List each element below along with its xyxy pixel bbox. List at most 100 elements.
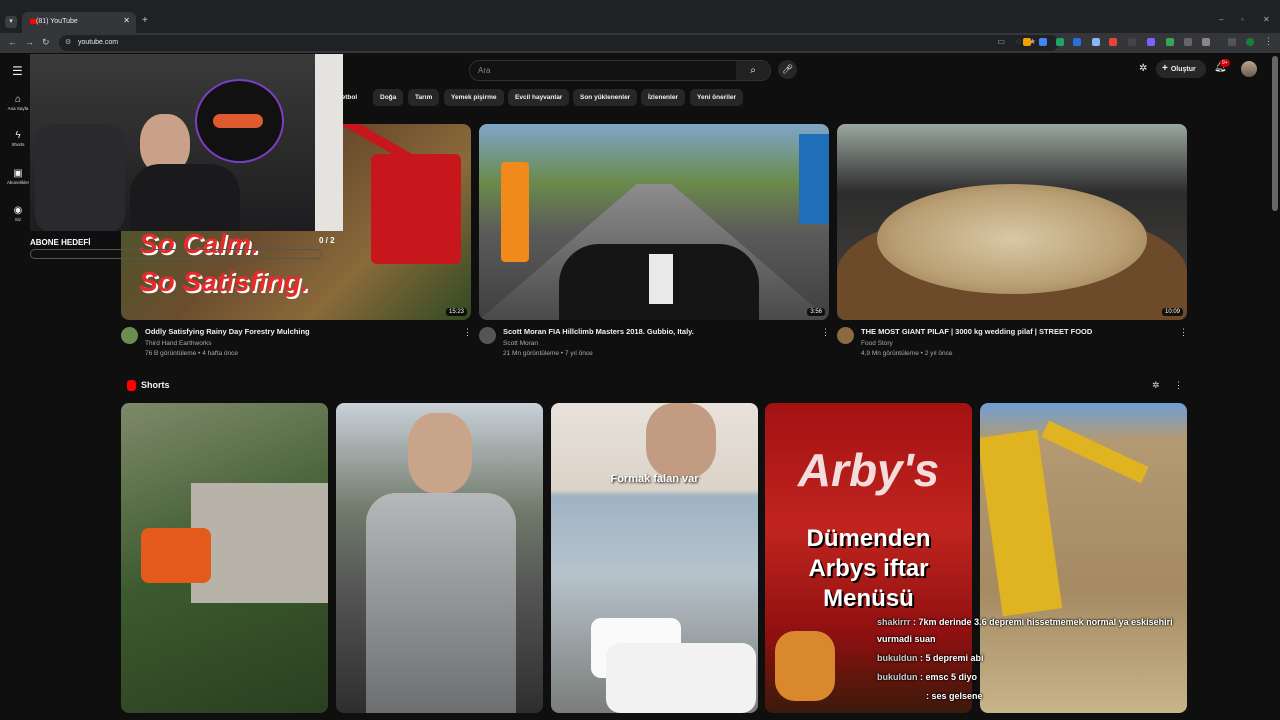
plus-icon: +	[1162, 63, 1168, 74]
channel-name[interactable]: Scott Moran	[503, 340, 538, 347]
sidebar-item-subscriptions[interactable]: ▣ Abonelikler	[4, 168, 32, 185]
extension-icon[interactable]	[1109, 38, 1117, 46]
extension-icon[interactable]	[1128, 38, 1136, 46]
extension-icon[interactable]	[1023, 38, 1031, 46]
extension-icon[interactable]	[1073, 38, 1081, 46]
extensions-puzzle-icon[interactable]	[1202, 38, 1210, 46]
video-thumbnail[interactable]: 3:56	[479, 124, 829, 320]
sidebar-item-shorts[interactable]: ϟ Shorts	[4, 130, 32, 147]
tab-search-button[interactable]: ▾	[5, 16, 17, 28]
extension-icon[interactable]	[1166, 38, 1174, 46]
sidebar-item-you[interactable]: ◉ Siz	[4, 205, 32, 222]
cast-page-icon[interactable]: ▭	[997, 37, 1005, 46]
channel-avatar[interactable]	[837, 327, 854, 344]
channel-name[interactable]: Third Hand Earthworks	[145, 340, 211, 347]
browser-menu-icon[interactable]: ⋮	[1264, 36, 1273, 47]
subscriber-goal-count: 0 / 2	[319, 236, 335, 245]
video-title[interactable]: THE MOST GIANT PILAF | 3000 kg wedding p…	[861, 327, 1092, 336]
notification-badge: 9+	[1220, 59, 1230, 67]
duration-badge: 10:09	[1161, 308, 1183, 316]
sidebar-item-label: Ana Sayfa	[7, 106, 29, 111]
short-logo-text: Arby's	[797, 444, 940, 496]
extension-icon[interactable]	[1092, 38, 1100, 46]
avatar[interactable]	[1241, 61, 1257, 77]
create-post-icon[interactable]: ✲	[1139, 63, 1147, 74]
short-thumbnail[interactable]: Arby's Dümenden Arbys iftar Menüsü	[765, 403, 972, 713]
video-title[interactable]: Oddly Satisfying Rainy Day Forestry Mulc…	[145, 327, 310, 336]
extension-icon[interactable]	[1228, 38, 1236, 46]
restore-icon[interactable]: ▫	[1241, 15, 1244, 24]
sidebar-item-label: Shorts	[11, 142, 25, 147]
short-thumbnail[interactable]: Formak falan var	[551, 403, 758, 713]
chip[interactable]: Son yüklenenler	[573, 89, 638, 106]
chip[interactable]: İzlenenler	[641, 89, 685, 106]
more-options-icon[interactable]: ⋮	[1174, 380, 1183, 391]
short-thumbnail[interactable]	[336, 403, 543, 713]
close-window-icon[interactable]: ✕	[1263, 15, 1270, 24]
video-meta: 21 Mn görüntüleme • 7 yıl önce	[503, 350, 593, 357]
face-shape	[646, 403, 716, 478]
tab-close-icon[interactable]: ✕	[123, 16, 130, 25]
chat-user: bukuldun	[877, 653, 918, 663]
shorts-feedback-icon[interactable]: ✲	[1152, 380, 1160, 391]
extension-icon[interactable]	[1184, 38, 1192, 46]
channel-avatar[interactable]	[121, 327, 138, 344]
page-scrollbar[interactable]	[1272, 56, 1278, 211]
video-thumbnail[interactable]: 10:09	[837, 124, 1187, 320]
menu-icon[interactable]: ☰	[12, 64, 23, 78]
more-options-icon[interactable]: ⋮	[1179, 327, 1188, 338]
short-thumbnail[interactable]	[980, 403, 1187, 713]
face-shape	[408, 413, 472, 493]
chat-message: shakirrr : 7km derinde 3.6 depremi hisse…	[877, 617, 1173, 627]
create-button[interactable]: + Oluştur	[1156, 60, 1206, 78]
chip[interactable]: Yemek pişirme	[444, 89, 504, 106]
sidebar-item-home[interactable]: ⌂ Ana Sayfa	[4, 94, 32, 111]
site-info-icon[interactable]: ⚙	[65, 38, 71, 46]
duration-badge: 15:23	[445, 308, 467, 316]
microphone-icon[interactable]: 🎤︎	[778, 60, 797, 79]
chip[interactable]: Yeni öneriler	[690, 89, 744, 106]
shorts-logo-icon	[127, 380, 136, 391]
notifications-icon[interactable]: 🔔︎ 9+	[1214, 59, 1230, 73]
eye-off-icon[interactable]: ◌	[1016, 37, 1021, 46]
duration-badge: 3:56	[807, 308, 825, 316]
chat-message: vurmadi suan	[877, 634, 936, 644]
video-title[interactable]: Scott Moran FIA Hillclimb Masters 2018. …	[503, 327, 694, 336]
back-icon[interactable]: ←	[8, 37, 17, 47]
excavator-shape	[980, 429, 1063, 617]
chat-user: shakirrr	[877, 617, 911, 627]
address-bar[interactable]: ⚙ youtube.com ▭ ◌ ★	[59, 35, 1059, 51]
more-options-icon[interactable]: ⋮	[463, 327, 472, 338]
reload-icon[interactable]: ↻	[42, 37, 50, 48]
search-bar[interactable]: Ara ⌕	[469, 60, 771, 81]
extension-icon[interactable]	[1056, 38, 1064, 46]
burger-shape	[775, 631, 835, 701]
minimize-icon[interactable]: –	[1219, 15, 1223, 24]
browser-tab-bar	[0, 0, 1280, 33]
extension-icon[interactable]	[1147, 38, 1155, 46]
forward-icon[interactable]: →	[25, 37, 34, 47]
mascot-goggles-shape	[213, 114, 263, 128]
extension-icon[interactable]	[1039, 38, 1047, 46]
profile-icon[interactable]	[1246, 38, 1254, 46]
tab-title: (81) YouTube	[36, 18, 78, 25]
tab-youtube[interactable]: (81) YouTube ✕	[22, 12, 136, 33]
channel-avatar[interactable]	[479, 327, 496, 344]
search-icon[interactable]: ⌕	[736, 61, 770, 80]
marshal-shape	[501, 162, 529, 262]
chip[interactable]: Tarım	[408, 89, 440, 106]
chat-user: bukuldun	[877, 672, 918, 682]
more-options-icon[interactable]: ⋮	[821, 327, 830, 338]
chip[interactable]: Evcil hayvanlar	[508, 89, 570, 106]
streamer-body-shape	[130, 164, 240, 231]
search-input[interactable]: Ara	[478, 66, 490, 75]
excavator-shape	[371, 154, 461, 264]
short-thumbnail[interactable]	[121, 403, 328, 713]
you-icon: ◉	[13, 205, 23, 216]
race-car-nose-shape	[649, 254, 673, 304]
chip[interactable]: Doğa	[373, 89, 404, 106]
chainsaw-shape	[141, 528, 211, 583]
new-tab-button[interactable]: +	[142, 15, 148, 26]
channel-name[interactable]: Food Story	[861, 340, 893, 347]
short-caption: Formak falan var	[610, 473, 699, 485]
